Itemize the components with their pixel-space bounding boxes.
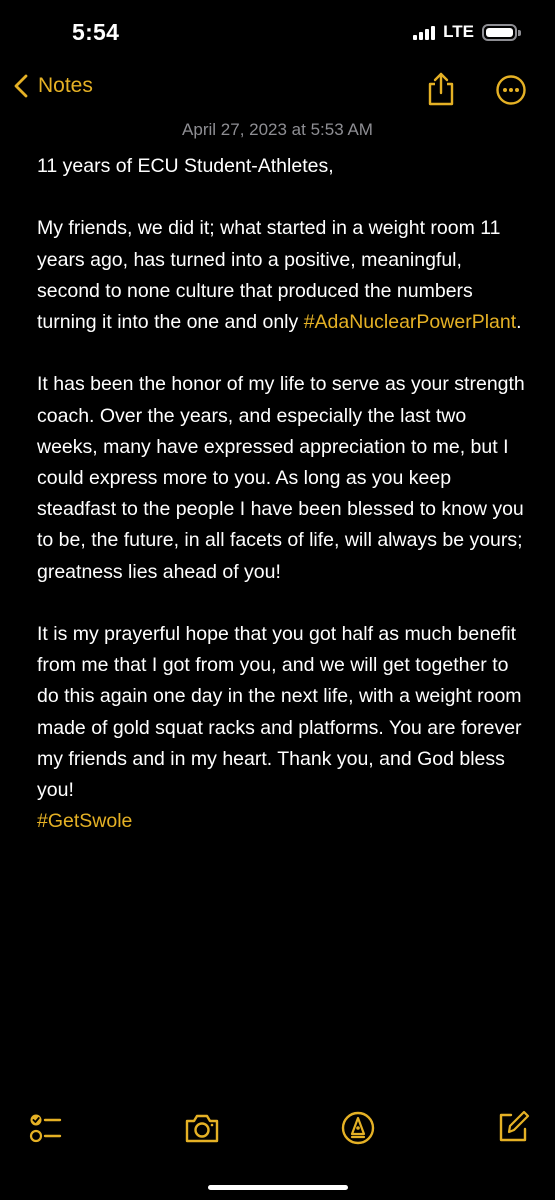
note-line: 11 years of ECU Student-Athletes, — [37, 155, 334, 177]
hashtag-link[interactable]: #AdaNuclearPowerPlant — [304, 311, 516, 333]
checklist-icon — [29, 1114, 62, 1143]
markup-icon — [341, 1111, 375, 1145]
bottom-toolbar — [0, 1110, 555, 1150]
hashtag-link[interactable]: #GetSwole — [37, 806, 527, 837]
cellular-signal-icon — [413, 25, 436, 40]
back-button[interactable]: Notes — [14, 74, 93, 98]
share-button[interactable] — [425, 71, 457, 112]
note-date: April 27, 2023 at 5:53 AM — [182, 120, 373, 139]
share-icon — [428, 72, 454, 106]
markup-button[interactable] — [340, 1110, 376, 1151]
camera-icon — [185, 1114, 219, 1143]
checklist-button[interactable] — [28, 1110, 64, 1151]
status-time: 5:54 — [72, 19, 120, 45]
note-paragraph: It has been the honor of my life to serv… — [37, 373, 525, 583]
network-type: LTE — [443, 22, 474, 41]
status-indicators: LTE — [413, 22, 521, 42]
more-icon — [496, 75, 526, 105]
camera-button[interactable] — [183, 1110, 221, 1151]
note-paragraph: It is my prayerful hope that you got hal… — [37, 623, 522, 802]
compose-icon — [499, 1110, 530, 1142]
battery-icon — [482, 23, 521, 41]
paragraph-end: . — [516, 311, 522, 333]
chevron-left-icon — [14, 74, 28, 98]
home-indicator[interactable] — [207, 1185, 348, 1190]
more-button[interactable] — [495, 74, 527, 111]
compose-button[interactable] — [496, 1110, 530, 1149]
note-paragraph: My friends, we did it; what started in a… — [37, 213, 527, 338]
note-body[interactable]: 11 years of ECU Student-Athletes, My fri… — [37, 151, 527, 837]
back-label: Notes — [38, 74, 93, 97]
